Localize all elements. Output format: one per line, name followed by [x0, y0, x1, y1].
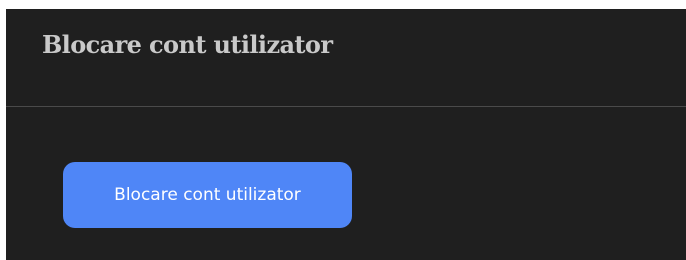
panel-body: Blocare cont utilizator — [6, 108, 686, 260]
panel-header: Blocare cont utilizator — [6, 9, 686, 107]
panel-title: Blocare cont utilizator — [42, 30, 333, 59]
block-user-account-button[interactable]: Blocare cont utilizator — [63, 162, 352, 228]
block-user-account-panel: Blocare cont utilizator Blocare cont uti… — [6, 9, 686, 260]
